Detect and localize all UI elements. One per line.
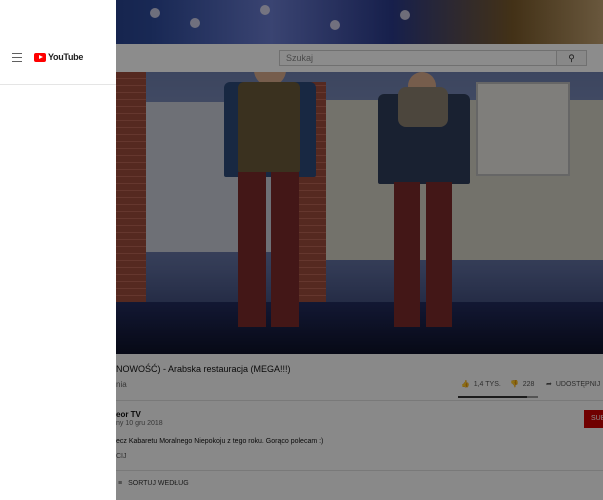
logo-text: YouTube (48, 52, 84, 62)
youtube-play-icon (34, 52, 46, 62)
drawer-header: YouTube (0, 44, 116, 72)
drawer-divider (0, 84, 116, 85)
menu-icon[interactable] (12, 53, 22, 63)
guide-drawer: YouTube (0, 0, 116, 500)
youtube-logo[interactable]: YouTube (34, 52, 83, 62)
